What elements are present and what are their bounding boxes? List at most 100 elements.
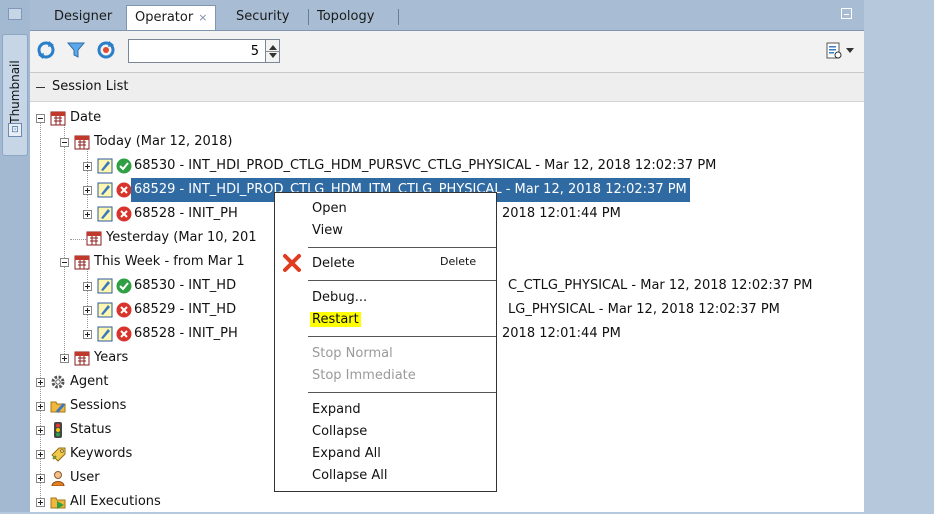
success-status-icon bbox=[116, 278, 132, 294]
session-label: 68530 - INT_HDI_PROD_CTLG_HDM_PURSVC_CTL… bbox=[134, 158, 717, 173]
session-label-end: 2018 12:01:44 PM bbox=[502, 206, 621, 221]
gear-icon bbox=[51, 375, 65, 389]
collapse-icon[interactable] bbox=[60, 258, 69, 267]
session-label-end: C_CTLG_PHYSICAL - Mar 12, 2018 12:02:37 … bbox=[508, 278, 813, 293]
chevron-down-icon[interactable] bbox=[846, 48, 854, 53]
session-label-end: 2018 12:01:44 PM bbox=[502, 326, 621, 341]
expand-icon[interactable] bbox=[83, 330, 92, 339]
tree-label: Years bbox=[94, 350, 129, 365]
toolbar bbox=[30, 31, 864, 73]
error-status-icon bbox=[116, 326, 132, 342]
tag-icon bbox=[51, 447, 66, 462]
tab-topology[interactable]: Topology bbox=[317, 6, 374, 28]
tab-security[interactable]: Security bbox=[236, 6, 289, 28]
tab-separator bbox=[398, 9, 399, 25]
tab-operator-label: Operator bbox=[135, 10, 194, 25]
session-icon bbox=[97, 158, 113, 174]
menu-item-open[interactable]: Open bbox=[312, 199, 347, 219]
session-row[interactable]: 68530 - INT_HDI_PROD_CTLG_HDM_PURSVC_CTL… bbox=[30, 154, 864, 178]
error-status-icon bbox=[116, 182, 132, 198]
collapse-icon[interactable] bbox=[36, 87, 45, 88]
refresh-icon[interactable] bbox=[36, 40, 56, 60]
tree-label: All Executions bbox=[70, 494, 161, 509]
report-icon[interactable] bbox=[826, 42, 842, 60]
tree-label: Today (Mar 12, 2018) bbox=[94, 134, 233, 149]
expand-icon[interactable] bbox=[36, 474, 45, 483]
expand-icon[interactable] bbox=[36, 450, 45, 459]
tree-label: User bbox=[70, 470, 100, 485]
collapse-icon[interactable] bbox=[60, 138, 69, 147]
expand-icon[interactable] bbox=[36, 498, 45, 507]
expand-icon[interactable] bbox=[36, 378, 45, 387]
expand-icon[interactable] bbox=[83, 282, 92, 291]
session-icon bbox=[97, 206, 113, 222]
stepper-up-icon[interactable] bbox=[269, 45, 277, 50]
menu-item-delete[interactable]: Delete bbox=[312, 254, 355, 274]
delete-icon bbox=[283, 254, 301, 272]
section-title: Session List bbox=[52, 79, 129, 94]
menu-separator bbox=[308, 336, 496, 337]
tree-label: This Week - from Mar 1 bbox=[94, 254, 245, 269]
thumbnail-tab[interactable]: Thumbnail ⊡ bbox=[2, 34, 28, 156]
calendar-icon bbox=[74, 135, 90, 150]
session-icon bbox=[97, 182, 113, 198]
success-status-icon bbox=[116, 158, 132, 174]
user-icon bbox=[51, 471, 65, 486]
filter-icon[interactable] bbox=[66, 40, 86, 60]
folder-icon bbox=[50, 401, 66, 413]
session-label-start: 68530 - INT_HD bbox=[134, 278, 237, 293]
session-icon bbox=[97, 278, 113, 294]
calendar-icon bbox=[50, 111, 66, 126]
side-strip: Thumbnail ⊡ bbox=[0, 0, 30, 512]
refresh-interval-input[interactable] bbox=[128, 39, 266, 63]
minimize-icon[interactable] bbox=[841, 8, 852, 19]
traffic-light-icon bbox=[54, 422, 62, 438]
delete-shortcut: Delete bbox=[440, 255, 477, 268]
menu-item-view[interactable]: View bbox=[312, 221, 343, 241]
tree-label: Status bbox=[70, 422, 112, 437]
auto-refresh-icon[interactable] bbox=[96, 40, 116, 60]
menu-separator bbox=[308, 280, 496, 281]
thumbnail-icon: ⊡ bbox=[8, 123, 22, 137]
menu-item-expand[interactable]: Expand bbox=[312, 400, 361, 420]
tree-label: Sessions bbox=[70, 398, 127, 413]
menu-item-collapse[interactable]: Collapse bbox=[312, 422, 367, 442]
expand-icon[interactable] bbox=[36, 426, 45, 435]
restart-label: Restart bbox=[310, 312, 361, 327]
executions-folder-icon bbox=[50, 497, 66, 509]
expand-icon[interactable] bbox=[83, 186, 92, 195]
session-label-start: 68528 - INIT_PH bbox=[134, 206, 238, 221]
tree-label: Agent bbox=[70, 374, 109, 389]
expand-icon[interactable] bbox=[83, 306, 92, 315]
menu-separator bbox=[308, 247, 496, 248]
session-label-start: 68528 - INIT_PH bbox=[134, 326, 238, 341]
panel-restore-icon[interactable] bbox=[8, 8, 22, 20]
menu-item-collapse-all[interactable]: Collapse All bbox=[312, 466, 388, 486]
session-label-start: 68529 - INT_HD bbox=[134, 302, 237, 317]
expand-icon[interactable] bbox=[36, 402, 45, 411]
menu-item-expand-all[interactable]: Expand All bbox=[312, 444, 381, 464]
expand-icon[interactable] bbox=[60, 354, 69, 363]
expand-icon[interactable] bbox=[83, 210, 92, 219]
menu-item-debug[interactable]: Debug... bbox=[312, 288, 367, 308]
menu-item-restart[interactable]: Restart bbox=[310, 310, 361, 330]
session-icon bbox=[97, 326, 113, 342]
session-list-header[interactable]: Session List bbox=[30, 73, 864, 102]
tab-operator[interactable]: Operator × bbox=[126, 5, 217, 30]
menu-separator bbox=[308, 392, 496, 393]
tab-close-icon[interactable]: × bbox=[198, 11, 207, 24]
collapse-icon[interactable] bbox=[36, 114, 45, 123]
error-status-icon bbox=[116, 206, 132, 222]
tab-bar: Designer Operator × Security Topology bbox=[30, 0, 864, 31]
calendar-icon bbox=[74, 255, 90, 270]
tab-designer[interactable]: Designer bbox=[54, 6, 112, 28]
error-status-icon bbox=[116, 302, 132, 318]
expand-icon[interactable] bbox=[83, 162, 92, 171]
stepper-down-icon[interactable] bbox=[269, 53, 277, 58]
menu-item-stop-normal: Stop Normal bbox=[312, 346, 393, 361]
context-menu: Open View Delete Delete Debug... Restart… bbox=[274, 192, 497, 492]
refresh-interval-stepper[interactable] bbox=[266, 39, 280, 63]
tree-label: Keywords bbox=[70, 446, 133, 461]
tree-label: Date bbox=[70, 110, 102, 125]
calendar-icon bbox=[74, 351, 90, 366]
